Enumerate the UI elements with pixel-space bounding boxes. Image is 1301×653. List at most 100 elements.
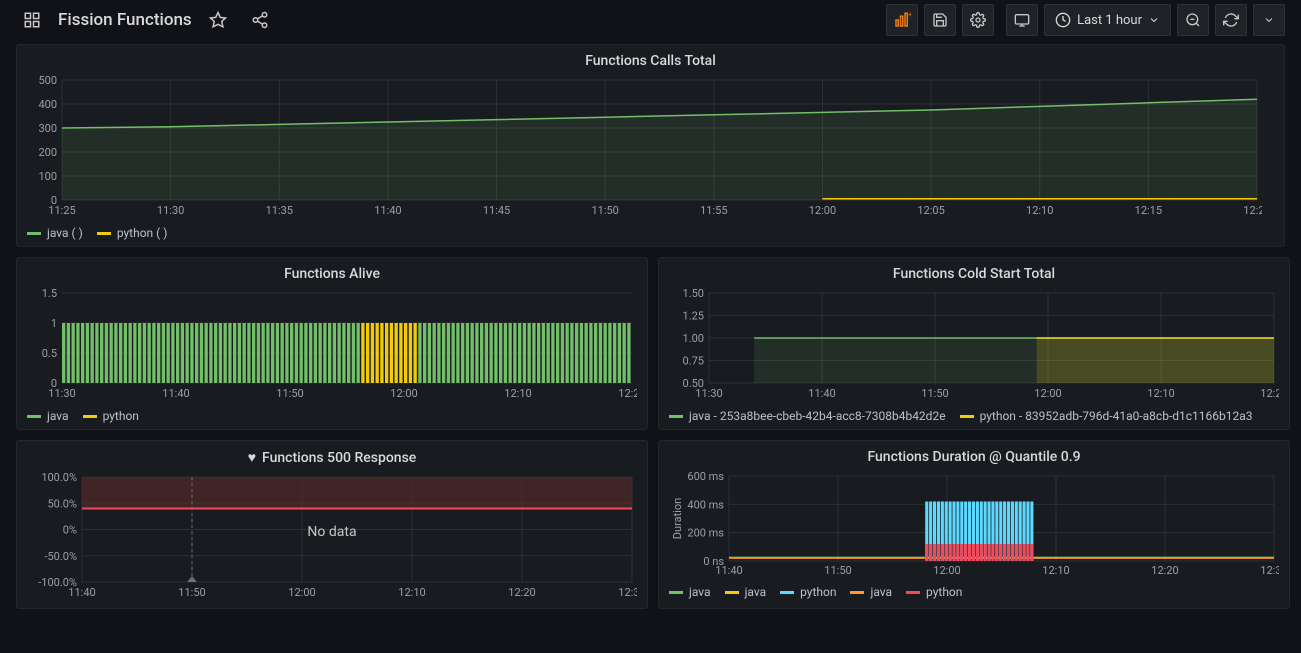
- panel-title: Functions Calls Total: [27, 53, 1274, 69]
- svg-text:11:50: 11:50: [178, 586, 205, 599]
- svg-text:12:10: 12:10: [1147, 387, 1174, 400]
- svg-text:12:10: 12:10: [504, 387, 531, 400]
- svg-text:500: 500: [38, 75, 57, 87]
- svg-text:11:55: 11:55: [700, 204, 727, 217]
- svg-text:11:50: 11:50: [921, 387, 948, 400]
- legend-item[interactable]: python: [906, 585, 962, 599]
- refresh-interval-dropdown[interactable]: [1253, 4, 1285, 36]
- panel-title: Functions Alive: [27, 266, 637, 282]
- legend-duration: java java python java python: [669, 579, 1279, 599]
- svg-text:300: 300: [38, 122, 57, 135]
- chart-calls-total: 010020030040050011:2511:3011:3511:4011:4…: [27, 75, 1262, 220]
- svg-text:11:50: 11:50: [276, 387, 303, 400]
- svg-text:12:00: 12:00: [390, 387, 417, 400]
- zoom-out-button[interactable]: [1177, 4, 1209, 36]
- chart-duration: Duration0 ns200 ms400 ms600 ms11:4011:50…: [669, 471, 1279, 579]
- svg-text:50.0%: 50.0%: [47, 497, 77, 510]
- panel-calls-total[interactable]: Functions Calls Total 010020030040050011…: [16, 44, 1285, 247]
- panel-title: ♥Functions 500 Response: [27, 449, 637, 466]
- svg-text:1.5: 1.5: [42, 288, 57, 300]
- chart-cold-start: 0.500.751.001.251.5011:3011:4011:5012:00…: [669, 288, 1279, 403]
- legend-item[interactable]: python - 83952adb-796d-41a0-a8cb-d1c1166…: [960, 409, 1253, 423]
- svg-text:11:30: 11:30: [695, 387, 722, 400]
- svg-text:11:40: 11:40: [68, 586, 95, 599]
- svg-text:+: +: [908, 11, 911, 19]
- svg-text:600 ms: 600 ms: [687, 471, 724, 483]
- svg-text:0.75: 0.75: [683, 355, 704, 368]
- legend-cold-start: java - 253a8bee-cbeb-42b4-acc8-7308b4b42…: [669, 403, 1279, 423]
- svg-text:12:10: 12:10: [1026, 204, 1053, 217]
- svg-text:1.25: 1.25: [683, 310, 704, 323]
- share-icon[interactable]: [244, 4, 276, 36]
- svg-text:1.00: 1.00: [683, 332, 704, 345]
- svg-text:11:40: 11:40: [808, 387, 835, 400]
- panel-title: Functions Cold Start Total: [669, 266, 1279, 282]
- svg-text:0%: 0%: [63, 524, 77, 537]
- dashboard-grid-icon[interactable]: [16, 4, 48, 36]
- svg-text:11:40: 11:40: [715, 564, 742, 577]
- svg-text:1: 1: [51, 317, 57, 330]
- svg-text:11:50: 11:50: [591, 204, 618, 217]
- legend-item[interactable]: java: [27, 409, 69, 423]
- svg-text:Duration: Duration: [671, 498, 684, 539]
- heart-icon: ♥: [248, 450, 256, 466]
- svg-text:11:40: 11:40: [162, 387, 189, 400]
- panel-500-response[interactable]: ♥Functions 500 Response -100.0%-50.0%0%5…: [16, 440, 648, 609]
- svg-text:400: 400: [38, 98, 57, 111]
- panel-duration[interactable]: Functions Duration @ Quantile 0.9 Durati…: [658, 440, 1290, 609]
- settings-button[interactable]: [962, 4, 994, 36]
- legend-item[interactable]: python ( ): [97, 226, 168, 240]
- svg-text:-50.0%: -50.0%: [44, 550, 77, 563]
- legend-item[interactable]: java: [725, 585, 767, 599]
- panel-cold-start[interactable]: Functions Cold Start Total 0.500.751.001…: [658, 257, 1290, 430]
- svg-text:12:00: 12:00: [288, 586, 315, 599]
- legend-item[interactable]: java: [850, 585, 892, 599]
- svg-text:12:15: 12:15: [1135, 204, 1162, 217]
- svg-text:12:30: 12:30: [1260, 564, 1279, 577]
- legend-calls-total: java ( ) python ( ): [27, 220, 1274, 240]
- legend-item[interactable]: python: [83, 409, 139, 423]
- legend-alive: java python: [27, 403, 637, 423]
- time-range-label: Last 1 hour: [1077, 13, 1142, 28]
- svg-text:11:30: 11:30: [157, 204, 184, 217]
- svg-text:12:20: 12:20: [1151, 564, 1178, 577]
- svg-text:11:40: 11:40: [374, 204, 401, 217]
- nodata-label: No data: [307, 524, 356, 540]
- svg-text:12:20: 12:20: [618, 387, 637, 400]
- svg-text:12:20: 12:20: [1260, 387, 1279, 400]
- refresh-button[interactable]: [1215, 4, 1247, 36]
- svg-text:12:20: 12:20: [508, 586, 535, 599]
- svg-text:11:30: 11:30: [48, 387, 75, 400]
- legend-item[interactable]: python: [780, 585, 836, 599]
- svg-text:100: 100: [38, 170, 57, 183]
- svg-text:11:35: 11:35: [266, 204, 293, 217]
- svg-text:200 ms: 200 ms: [687, 527, 724, 540]
- svg-text:12:00: 12:00: [809, 204, 836, 217]
- svg-text:12:00: 12:00: [933, 564, 960, 577]
- legend-item[interactable]: java - 253a8bee-cbeb-42b4-acc8-7308b4b42…: [669, 409, 946, 423]
- toolbar: Fission Functions + Last 1 hour: [0, 0, 1301, 40]
- svg-text:200: 200: [38, 146, 57, 159]
- legend-item[interactable]: java: [669, 585, 711, 599]
- panel-title: Functions Duration @ Quantile 0.9: [669, 449, 1279, 465]
- panel-alive[interactable]: Functions Alive 00.511.511:3011:4011:501…: [16, 257, 648, 430]
- add-panel-button[interactable]: +: [886, 4, 918, 36]
- chevron-down-icon: [1148, 14, 1160, 26]
- time-range-picker[interactable]: Last 1 hour: [1044, 4, 1171, 36]
- svg-text:11:50: 11:50: [824, 564, 851, 577]
- save-button[interactable]: [924, 4, 956, 36]
- svg-text:12:30: 12:30: [618, 586, 637, 599]
- dashboard-title[interactable]: Fission Functions: [58, 10, 192, 30]
- svg-text:100.0%: 100.0%: [41, 472, 77, 484]
- svg-text:0.5: 0.5: [42, 347, 57, 360]
- chart-alive: 00.511.511:3011:4011:5012:0012:1012:20: [27, 288, 637, 403]
- svg-text:11:45: 11:45: [483, 204, 510, 217]
- cycle-view-button[interactable]: [1006, 4, 1038, 36]
- legend-item[interactable]: java ( ): [27, 226, 83, 240]
- svg-text:12:20: 12:20: [1243, 204, 1262, 217]
- svg-text:12:00: 12:00: [1034, 387, 1061, 400]
- svg-text:11:25: 11:25: [48, 204, 75, 217]
- svg-text:400 ms: 400 ms: [687, 498, 724, 511]
- star-icon[interactable]: [202, 4, 234, 36]
- svg-text:12:10: 12:10: [1042, 564, 1069, 577]
